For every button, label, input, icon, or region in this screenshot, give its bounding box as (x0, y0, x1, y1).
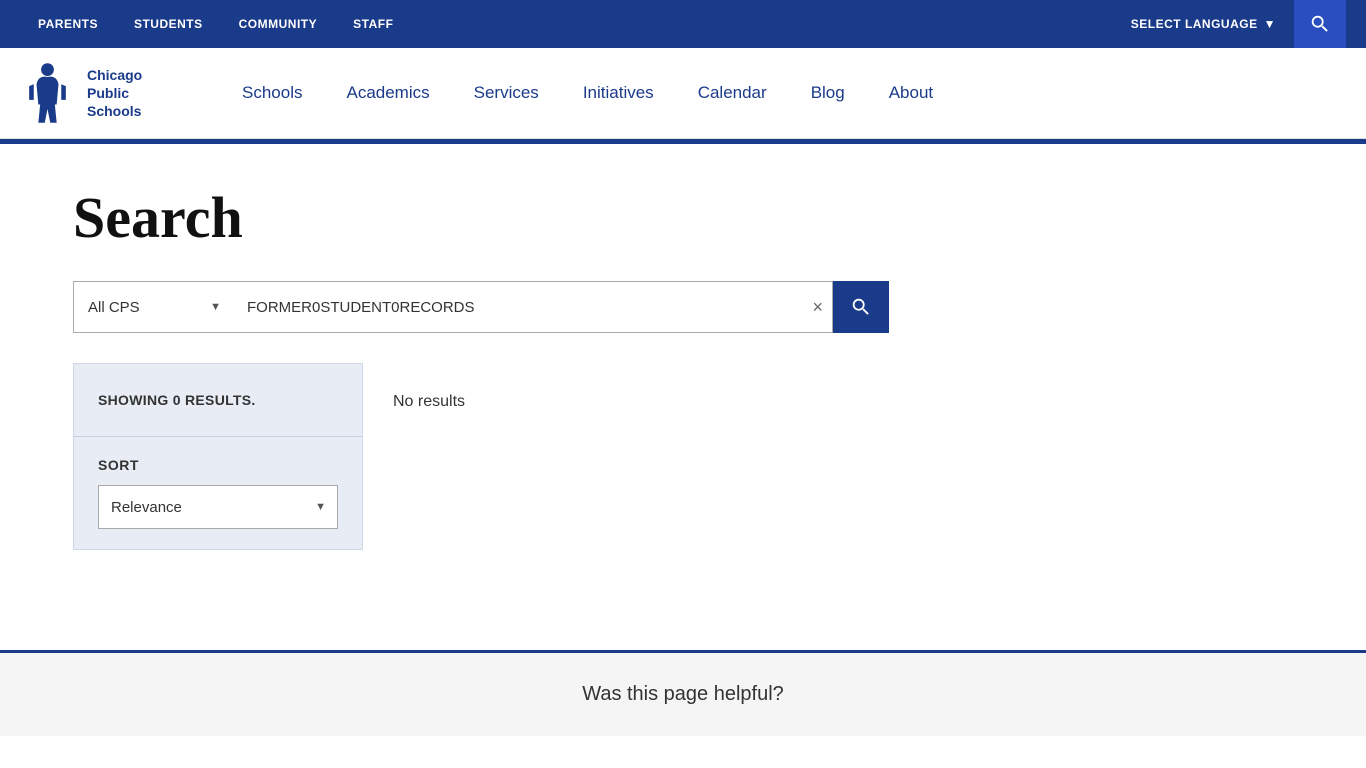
chevron-down-icon: ▼ (1264, 17, 1276, 31)
footer-helpful-title: Was this page helpful? (30, 683, 1336, 706)
top-bar: PARENTS STUDENTS COMMUNITY STAFF SELECT … (0, 0, 1366, 48)
nav-blog[interactable]: Blog (789, 63, 867, 123)
site-logo[interactable]: Chicago Public Schools (20, 58, 220, 128)
footer-helpful-section: Was this page helpful? (0, 650, 1366, 736)
language-label: SELECT LANGUAGE (1131, 17, 1258, 31)
search-input[interactable] (233, 281, 833, 333)
nav-services[interactable]: Services (452, 63, 561, 123)
site-header: Chicago Public Schools Schools Academics… (0, 48, 1366, 139)
logo-text: Chicago Public Schools (87, 66, 142, 121)
top-search-button[interactable] (1294, 0, 1346, 48)
sort-select-wrapper: RelevanceDate (98, 485, 338, 529)
search-icon (1309, 13, 1331, 35)
nav-calendar[interactable]: Calendar (676, 63, 789, 123)
top-nav-community[interactable]: COMMUNITY (221, 0, 336, 48)
sort-label: SORT (98, 457, 338, 473)
nav-initiatives[interactable]: Initiatives (561, 63, 676, 123)
top-nav-staff[interactable]: STAFF (335, 0, 411, 48)
clear-search-button[interactable]: × (812, 298, 823, 316)
showing-count: SHOWING 0 RESULTS. (74, 364, 362, 437)
results-main: No results (363, 363, 1293, 441)
top-nav-students[interactable]: STUDENTS (116, 0, 221, 48)
results-sidebar: SHOWING 0 RESULTS. SORT RelevanceDate (73, 363, 363, 550)
language-selector[interactable]: SELECT LANGUAGE ▼ (1113, 0, 1294, 48)
main-content: Search All CPSSchoolsPagesDocuments × SH… (23, 144, 1343, 590)
page-title: Search (73, 184, 1293, 251)
nav-schools[interactable]: Schools (220, 63, 324, 123)
nav-academics[interactable]: Academics (324, 63, 451, 123)
search-filter-select[interactable]: All CPSSchoolsPagesDocuments (73, 281, 233, 333)
top-bar-nav: PARENTS STUDENTS COMMUNITY STAFF (20, 0, 411, 48)
top-nav-parents[interactable]: PARENTS (20, 0, 116, 48)
sort-section: SORT RelevanceDate (74, 437, 362, 549)
top-bar-right: SELECT LANGUAGE ▼ (1113, 0, 1346, 48)
cps-logo-graphic (20, 58, 75, 128)
main-nav: Schools Academics Services Initiatives C… (220, 63, 1346, 123)
search-submit-icon (850, 296, 872, 318)
search-input-wrapper: × (233, 281, 833, 333)
search-submit-button[interactable] (833, 281, 889, 333)
search-area: All CPSSchoolsPagesDocuments × (73, 281, 1293, 333)
sort-select[interactable]: RelevanceDate (98, 485, 338, 529)
results-layout: SHOWING 0 RESULTS. SORT RelevanceDate No… (73, 363, 1293, 550)
nav-about[interactable]: About (867, 63, 955, 123)
search-filter-wrapper: All CPSSchoolsPagesDocuments (73, 281, 233, 333)
no-results-message: No results (393, 393, 1263, 411)
